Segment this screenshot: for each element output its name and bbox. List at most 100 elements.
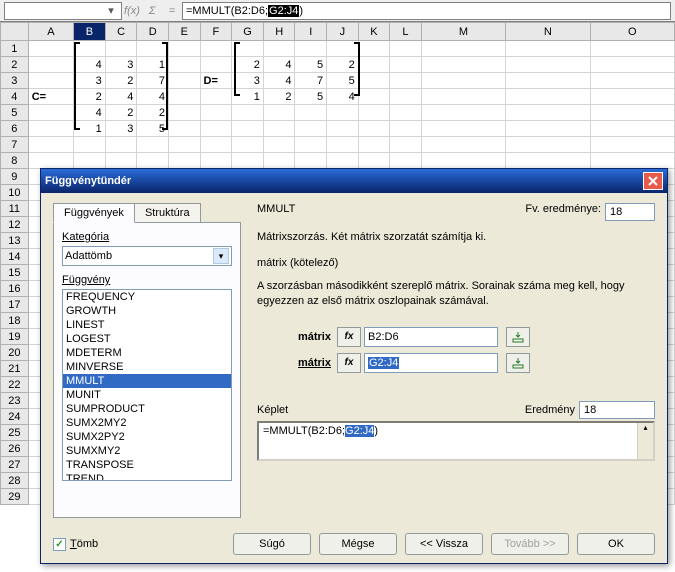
cell[interactable]: [295, 105, 327, 121]
col-header[interactable]: G: [232, 23, 264, 41]
row-header[interactable]: 22: [1, 377, 29, 393]
cell[interactable]: 2: [137, 105, 169, 121]
cell[interactable]: [506, 89, 590, 105]
cell[interactable]: [200, 137, 232, 153]
cell[interactable]: 4: [74, 57, 106, 73]
row-header[interactable]: 8: [1, 153, 29, 169]
cell[interactable]: 4: [263, 57, 295, 73]
row-header[interactable]: 10: [1, 185, 29, 201]
cell[interactable]: [263, 41, 295, 57]
cell[interactable]: 2: [105, 105, 137, 121]
fx-icon[interactable]: f(x): [122, 5, 142, 17]
cell[interactable]: [327, 137, 359, 153]
cell[interactable]: [232, 121, 264, 137]
col-header[interactable]: M: [421, 23, 505, 41]
row-header[interactable]: 13: [1, 233, 29, 249]
tab-structure[interactable]: Struktúra: [134, 203, 201, 223]
cell[interactable]: [358, 137, 390, 153]
row-header[interactable]: 9: [1, 169, 29, 185]
cell[interactable]: [200, 105, 232, 121]
equals-icon[interactable]: =: [162, 5, 182, 17]
cell[interactable]: C=: [28, 89, 73, 105]
row-header[interactable]: 21: [1, 361, 29, 377]
cell[interactable]: [358, 41, 390, 57]
cell[interactable]: [232, 137, 264, 153]
row-header[interactable]: 2: [1, 57, 29, 73]
col-header[interactable]: K: [358, 23, 390, 41]
list-item[interactable]: MMULT: [63, 374, 231, 388]
cell[interactable]: 4: [327, 89, 359, 105]
cell[interactable]: [506, 153, 590, 169]
cell[interactable]: [390, 121, 421, 137]
formula-input[interactable]: =MMULT(B2:D6;G2:J4): [182, 2, 671, 20]
cell[interactable]: [295, 137, 327, 153]
cell[interactable]: [28, 105, 73, 121]
col-header[interactable]: B: [74, 23, 106, 41]
list-item[interactable]: SUMX2PY2: [63, 430, 231, 444]
cell[interactable]: [200, 153, 232, 169]
cell[interactable]: [200, 121, 232, 137]
cell[interactable]: [263, 153, 295, 169]
cell[interactable]: [74, 137, 106, 153]
cell[interactable]: [358, 153, 390, 169]
row-header[interactable]: 1: [1, 41, 29, 57]
cell[interactable]: [358, 73, 390, 89]
cell[interactable]: [390, 153, 421, 169]
cell[interactable]: 3: [74, 73, 106, 89]
list-item[interactable]: MDETERM: [63, 346, 231, 360]
cell[interactable]: [421, 57, 505, 73]
row-header[interactable]: 12: [1, 217, 29, 233]
row-header[interactable]: 17: [1, 297, 29, 313]
cell[interactable]: [169, 41, 201, 57]
cell[interactable]: 2: [327, 57, 359, 73]
cell[interactable]: [390, 105, 421, 121]
cell[interactable]: [200, 89, 232, 105]
ok-button[interactable]: OK: [577, 533, 655, 555]
cell[interactable]: [137, 153, 169, 169]
col-header[interactable]: L: [390, 23, 421, 41]
cell[interactable]: [358, 57, 390, 73]
list-item[interactable]: MUNIT: [63, 388, 231, 402]
cell[interactable]: [28, 73, 73, 89]
col-header[interactable]: A: [28, 23, 73, 41]
row-header[interactable]: 4: [1, 89, 29, 105]
cell[interactable]: [28, 121, 73, 137]
cell[interactable]: [327, 105, 359, 121]
function-list[interactable]: FREQUENCYGROWTHLINESTLOGESTMDETERMMINVER…: [62, 289, 232, 481]
cell[interactable]: [295, 41, 327, 57]
row-header[interactable]: 20: [1, 345, 29, 361]
cell[interactable]: [421, 41, 505, 57]
col-header[interactable]: E: [169, 23, 201, 41]
cell[interactable]: [232, 105, 264, 121]
row-header[interactable]: 23: [1, 393, 29, 409]
cell[interactable]: 5: [327, 73, 359, 89]
col-header[interactable]: C: [105, 23, 137, 41]
row-header[interactable]: 14: [1, 249, 29, 265]
row-header[interactable]: 3: [1, 73, 29, 89]
name-box[interactable]: ▾: [4, 2, 122, 20]
cell[interactable]: [390, 57, 421, 73]
col-header[interactable]: D: [137, 23, 169, 41]
col-header[interactable]: N: [506, 23, 590, 41]
cell[interactable]: [358, 89, 390, 105]
cell[interactable]: [506, 105, 590, 121]
row-header[interactable]: 7: [1, 137, 29, 153]
cell[interactable]: 5: [295, 89, 327, 105]
cell[interactable]: [358, 121, 390, 137]
cell[interactable]: [590, 153, 674, 169]
cell[interactable]: [169, 73, 201, 89]
list-item[interactable]: TREND: [63, 472, 231, 481]
row-header[interactable]: 5: [1, 105, 29, 121]
cell[interactable]: 2: [105, 73, 137, 89]
cell[interactable]: [421, 105, 505, 121]
sigma-icon[interactable]: Σ: [142, 5, 162, 17]
list-item[interactable]: SUMX2MY2: [63, 416, 231, 430]
close-button[interactable]: [643, 172, 663, 190]
fx-button-2[interactable]: fx: [337, 353, 361, 373]
cell[interactable]: 4: [105, 89, 137, 105]
cell[interactable]: [390, 73, 421, 89]
array-checkbox[interactable]: ✓ Tömb: [53, 538, 98, 551]
cell[interactable]: [169, 121, 201, 137]
cell[interactable]: [506, 57, 590, 73]
row-header[interactable]: 24: [1, 409, 29, 425]
